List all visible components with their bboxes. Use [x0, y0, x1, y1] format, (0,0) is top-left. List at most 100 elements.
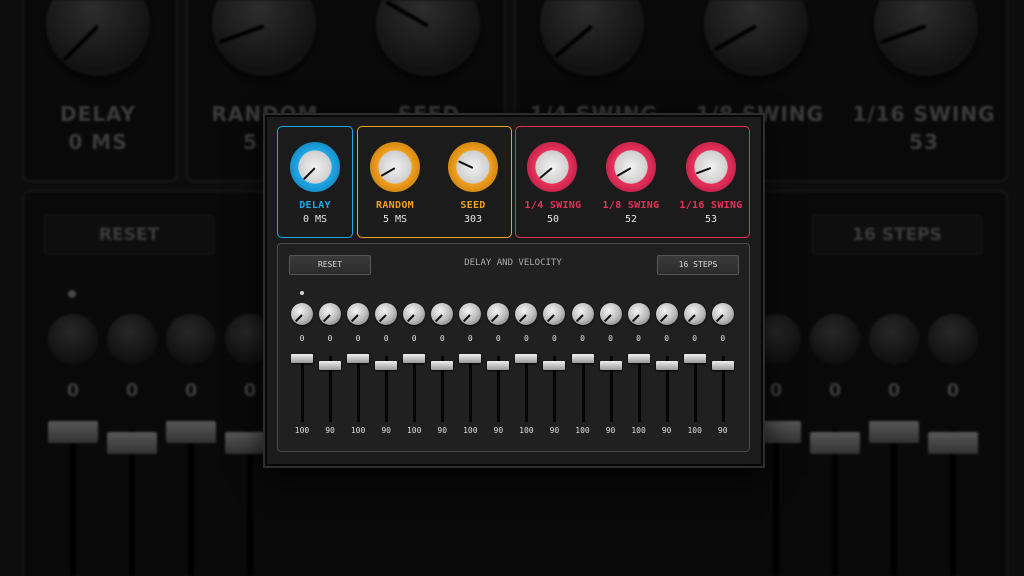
- knob-pointer: [407, 314, 415, 323]
- step-velocity-value: 90: [717, 426, 728, 435]
- velocity-fader-handle[interactable]: [319, 361, 342, 370]
- velocity-fader-handle[interactable]: [375, 361, 398, 370]
- bg-step-knob: [166, 314, 216, 364]
- knob-pointer: [294, 314, 303, 323]
- velocity-fader-handle[interactable]: [627, 354, 650, 363]
- step-velocity-value: 100: [687, 426, 702, 435]
- step-delay-knob[interactable]: [291, 303, 313, 325]
- step-delay-value: 0: [299, 334, 305, 343]
- velocity-fader-handle[interactable]: [571, 354, 594, 363]
- step-delay-knob[interactable]: [683, 303, 706, 325]
- step-delay-value: 0: [692, 334, 698, 343]
- knob-pointer: [687, 314, 696, 323]
- step-delay-value: 0: [411, 334, 417, 343]
- delay-velocity-sequencer: RESET DELAY AND VELOCITY 16 STEPS 0 100 0 9…: [277, 243, 750, 452]
- step-delay-knob[interactable]: [375, 303, 398, 325]
- eighth-swing-knob[interactable]: [606, 142, 656, 192]
- bg-step-value: 0: [66, 380, 80, 401]
- step-delay-knob[interactable]: [431, 303, 454, 325]
- sixteenth-swing-knob[interactable]: [686, 142, 736, 192]
- bg-active-step-dot: [68, 290, 76, 298]
- random-group: RANDOM 5 MS SEED 303: [357, 126, 512, 238]
- seed-label: SEED: [460, 200, 486, 211]
- step-delay-knob[interactable]: [571, 303, 594, 325]
- step-delay-value: 0: [580, 334, 585, 343]
- velocity-fader-handle[interactable]: [711, 361, 734, 370]
- step-velocity-value: 100: [631, 426, 646, 435]
- step-delay-knob[interactable]: [403, 303, 426, 325]
- velocity-fader-track[interactable]: [525, 356, 529, 422]
- step-velocity-value: 100: [519, 426, 534, 435]
- velocity-fader-track[interactable]: [301, 356, 304, 422]
- velocity-fader-track[interactable]: [413, 356, 417, 422]
- random-knob[interactable]: [370, 142, 420, 192]
- knob-pointer: [603, 314, 612, 323]
- velocity-fader-handle[interactable]: [487, 361, 510, 370]
- knob-pointer: [631, 314, 640, 323]
- velocity-fader-handle[interactable]: [599, 361, 622, 370]
- delay-label: DELAY: [299, 200, 331, 211]
- velocity-fader-track[interactable]: [357, 356, 361, 422]
- random-value: 5 MS: [382, 214, 408, 225]
- step-delay-knob[interactable]: [711, 303, 734, 325]
- step-delay-knob[interactable]: [655, 303, 678, 325]
- seed-knob[interactable]: [448, 142, 498, 192]
- bg-fader-cap: [166, 421, 216, 443]
- velocity-fader-track[interactable]: [693, 356, 697, 422]
- step-velocity-value: 90: [437, 426, 448, 435]
- delay-group: DELAY 0 MS: [277, 126, 353, 238]
- velocity-fader-handle[interactable]: [291, 354, 313, 363]
- bg-step-value: 0: [946, 380, 960, 401]
- step-velocity-value: 90: [381, 426, 391, 435]
- velocity-fader-handle[interactable]: [515, 354, 538, 363]
- velocity-fader-track[interactable]: [581, 356, 585, 422]
- bg-step-knob: [928, 314, 978, 364]
- step-delay-value: 0: [467, 334, 473, 343]
- step-delay-knob[interactable]: [459, 303, 482, 325]
- velocity-fader-track[interactable]: [637, 356, 641, 422]
- bg-step-knob: [107, 314, 157, 364]
- bg-step-knob: [869, 314, 919, 364]
- bg-step-value: 0: [125, 380, 139, 401]
- step-delay-knob[interactable]: [319, 303, 342, 325]
- eighth-swing-label: 1/8 SWING: [602, 200, 660, 211]
- step-delay-value: 0: [495, 334, 501, 343]
- sequencer-title: DELAY AND VELOCITY: [464, 258, 562, 268]
- step-delay-knob[interactable]: [599, 303, 622, 325]
- velocity-fader-handle[interactable]: [683, 354, 706, 363]
- knob-pointer: [379, 314, 387, 323]
- velocity-fader-handle[interactable]: [403, 354, 426, 363]
- knob-pointer: [351, 314, 359, 323]
- velocity-fader-handle[interactable]: [431, 361, 454, 370]
- random-label: RANDOM: [376, 200, 414, 211]
- step-delay-knob[interactable]: [487, 303, 510, 325]
- bg-delay-value: 0 MS: [68, 130, 128, 154]
- quarter-swing-value: 50: [546, 214, 560, 225]
- step-delay-knob[interactable]: [627, 303, 650, 325]
- step-velocity-value: 90: [325, 426, 335, 435]
- step-velocity-value: 90: [661, 426, 672, 435]
- step-delay-knob[interactable]: [515, 303, 538, 325]
- knob-pointer: [322, 314, 331, 323]
- step-velocity-value: 100: [463, 426, 478, 435]
- delay-knob[interactable]: [290, 142, 340, 192]
- knob-pointer: [575, 314, 584, 323]
- step-delay-value: 0: [327, 334, 333, 343]
- velocity-fader-handle[interactable]: [347, 354, 370, 363]
- velocity-fader-handle[interactable]: [655, 361, 678, 370]
- knob-pointer: [491, 314, 500, 323]
- reset-button[interactable]: RESET: [289, 255, 371, 275]
- velocity-fader-handle[interactable]: [459, 354, 482, 363]
- step-delay-knob[interactable]: [347, 303, 370, 325]
- velocity-fader-track[interactable]: [469, 356, 473, 422]
- quarter-swing-knob[interactable]: [527, 142, 577, 192]
- step-delay-value: 0: [664, 334, 670, 343]
- bg-step-knob: [810, 314, 860, 364]
- steps-button[interactable]: 16 STEPS: [657, 255, 739, 275]
- step-delay-value: 0: [608, 334, 613, 343]
- step-delay-value: 0: [439, 334, 445, 343]
- velocity-fader-handle[interactable]: [543, 361, 566, 370]
- step-delay-value: 0: [523, 334, 529, 343]
- delay-value: 0 MS: [302, 214, 328, 225]
- step-delay-knob[interactable]: [543, 303, 566, 325]
